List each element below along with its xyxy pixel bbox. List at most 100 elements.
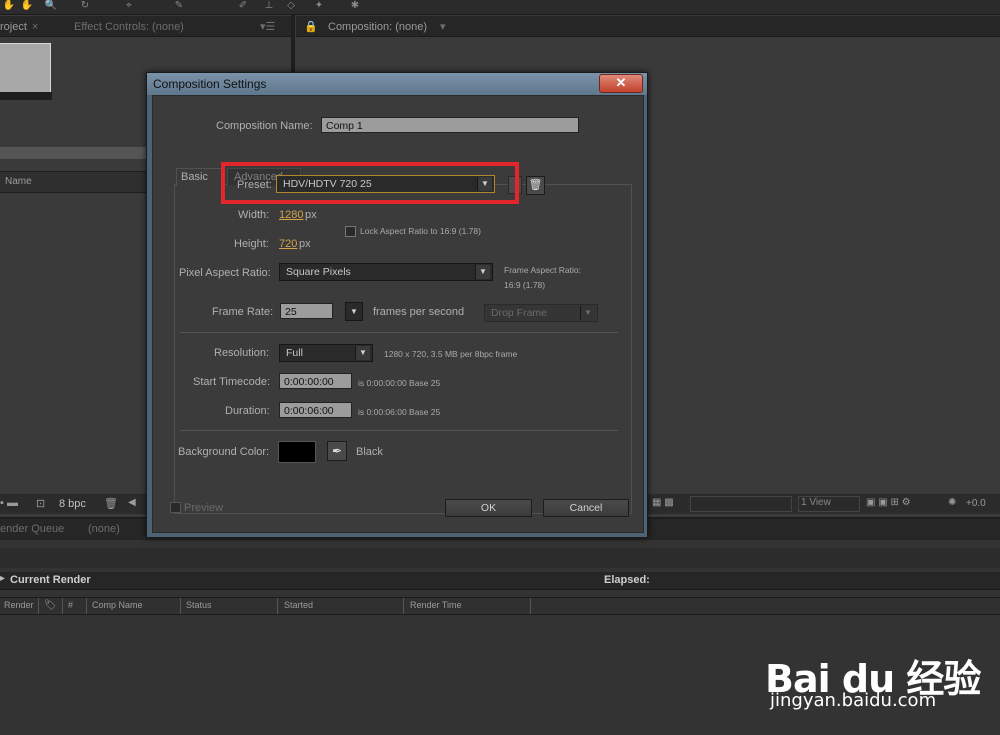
tab-basic[interactable]: Basic: [176, 168, 224, 186]
exposure-icon[interactable]: ✺: [948, 497, 956, 508]
col-status[interactable]: Status: [186, 600, 212, 610]
delete-preset-trash-icon[interactable]: 🗑: [526, 176, 545, 195]
background-color-name: Black: [356, 446, 383, 458]
name-column-label[interactable]: Name: [5, 176, 32, 187]
col-render[interactable]: Render: [4, 600, 34, 610]
duration-info: is 0:00:06:00 Base 25: [358, 407, 441, 417]
view-layout-dropdown[interactable]: 1 View: [798, 496, 860, 512]
project-thumbnail: [0, 43, 51, 93]
cancel-button[interactable]: Cancel: [543, 499, 629, 517]
lock-aspect-checkbox[interactable]: [345, 226, 356, 237]
roto-tool-icon[interactable]: ✦: [312, 0, 326, 11]
frame-rate-unit: frames per second: [373, 306, 465, 318]
right-panel-tabs: 🔒 Composition: (none) ▾: [296, 16, 1000, 37]
viewer-footer: ▦ ▩ 1 View ▣ ▣ ⊞ ⚙ ✺ +0.0: [648, 494, 1000, 514]
col-comp-name[interactable]: Comp Name: [92, 600, 143, 610]
start-timecode-label: Start Timecode:: [193, 376, 271, 388]
lock-icon[interactable]: 🔒: [304, 19, 318, 35]
tab-project-close-icon[interactable]: ×: [32, 19, 38, 35]
eyedropper-icon[interactable]: ✒: [327, 441, 347, 461]
preview-checkbox[interactable]: [170, 502, 181, 513]
current-render-label: Current Render: [10, 574, 91, 586]
resolution-label: Resolution:: [214, 347, 270, 359]
tab-effect-controls[interactable]: Effect Controls: (none): [74, 19, 184, 35]
lock-aspect-label[interactable]: Lock Aspect Ratio to 16:9 (1.78): [360, 226, 481, 236]
baidu-watermark-url: jingyan.baidu.com: [770, 690, 937, 711]
tab-none[interactable]: (none): [88, 523, 120, 535]
panel-menu-icon[interactable]: ▾☰: [260, 19, 275, 35]
render-queue-headers: Render 🏷 # Comp Name Status Started Rend…: [0, 597, 1000, 615]
chevron-down-icon: ▼: [355, 346, 370, 360]
drop-frame-dropdown[interactable]: Drop Frame ▼: [484, 304, 598, 322]
expand-triangle-icon[interactable]: ▸: [0, 573, 5, 584]
dialog-title: Composition Settings: [153, 77, 267, 91]
pixel-aspect-dropdown[interactable]: Square Pixels ▼: [279, 263, 493, 281]
resolution-dropdown[interactable]: Full ▼: [279, 344, 373, 362]
pixel-aspect-value: Square Pixels: [286, 266, 351, 278]
background-color-swatch[interactable]: [278, 441, 316, 463]
brush-tool-icon[interactable]: ✐: [236, 0, 250, 11]
pen-tool-icon[interactable]: ✎: [172, 0, 186, 11]
grid-icon[interactable]: ▦ ▩: [652, 497, 674, 508]
close-button[interactable]: ✕: [599, 74, 643, 93]
stamp-tool-icon[interactable]: ⊥: [262, 0, 276, 11]
elapsed-label: Elapsed:: [604, 574, 650, 586]
project-thumbnail-bar: [0, 92, 52, 100]
frame-rate-input[interactable]: 25: [280, 303, 333, 319]
tab-basic-label: Basic: [181, 171, 208, 183]
left-panel-tabs: roject × Effect Controls: (none) ▾☰: [0, 16, 291, 37]
tab-composition[interactable]: Composition: (none): [328, 19, 427, 35]
chevron-down-icon[interactable]: ▾: [440, 19, 446, 35]
start-timecode-info: is 0:00:00:00 Base 25: [358, 378, 441, 388]
rotate-tool-icon[interactable]: ↻: [78, 0, 92, 11]
zoom-tool-icon[interactable]: 🔍: [44, 0, 58, 11]
drop-frame-value: Drop Frame: [491, 307, 548, 319]
app-toolbar: ✋ ✋ 🔍 ↻ ⌖ ✎ ✐ ⊥ ◇ ✦ ✱: [0, 0, 1000, 15]
project-column-header: Name: [0, 171, 146, 193]
height-value[interactable]: 720: [279, 238, 297, 250]
col-number[interactable]: #: [68, 600, 73, 610]
new-folder-icon[interactable]: ▪ ▬: [0, 497, 18, 509]
chevron-down-icon: ▼: [475, 265, 490, 279]
start-timecode-input[interactable]: 0:00:00:00: [279, 373, 352, 389]
scroll-left-icon[interactable]: ◀: [128, 497, 136, 508]
height-label: Height:: [234, 238, 269, 250]
frame-aspect-value: 16:9 (1.78): [504, 280, 546, 290]
dialog-body: Composition Name: Comp 1 Basic Advanced …: [152, 95, 644, 533]
frame-rate-label: Frame Rate:: [212, 306, 274, 318]
divider: [180, 430, 618, 431]
bpc-label[interactable]: 8 bpc: [59, 498, 86, 510]
width-value[interactable]: 1280: [279, 209, 303, 221]
eraser-tool-icon[interactable]: ◇: [284, 0, 298, 11]
chevron-down-icon: ▼: [580, 306, 595, 320]
pin-tool-icon[interactable]: ✱: [348, 0, 362, 11]
camera-dropdown[interactable]: [690, 496, 792, 512]
ok-button[interactable]: OK: [445, 499, 532, 517]
camera-tool-icon[interactable]: ⌖: [122, 0, 136, 11]
divider: [180, 332, 618, 333]
trash-icon[interactable]: 🗑: [104, 497, 118, 510]
col-render-time[interactable]: Render Time: [410, 600, 462, 610]
project-footer: ▪ ▬ ⊡ 8 bpc 🗑 ◀: [0, 494, 146, 514]
label-tag-icon[interactable]: 🏷: [44, 600, 57, 611]
width-label: Width:: [238, 209, 270, 221]
project-search-input[interactable]: [0, 147, 146, 159]
hand-tool-icon[interactable]: ✋: [2, 0, 16, 11]
col-started[interactable]: Started: [284, 600, 313, 610]
hand-tool-icon-2[interactable]: ✋: [20, 0, 34, 11]
tab-render-queue[interactable]: ender Queue: [0, 523, 64, 535]
composition-name-input[interactable]: Comp 1: [321, 117, 579, 133]
exposure-value[interactable]: +0.0: [966, 498, 986, 509]
width-unit: px: [305, 209, 317, 221]
pixel-aspect-label: Pixel Aspect Ratio:: [179, 267, 271, 279]
frame-rate-dropdown-icon[interactable]: ▼: [345, 302, 363, 321]
tab-project[interactable]: roject: [0, 19, 27, 35]
preset-highlight-box: [221, 162, 519, 204]
dialog-titlebar[interactable]: Composition Settings ✕: [147, 73, 647, 95]
new-comp-icon[interactable]: ⊡: [36, 497, 45, 510]
resolution-value: Full: [286, 347, 303, 359]
preview-label[interactable]: Preview: [184, 502, 223, 514]
view-options-icons[interactable]: ▣ ▣ ⊞ ⚙: [866, 497, 911, 508]
duration-input[interactable]: 0:00:06:00: [279, 402, 352, 418]
composition-settings-dialog: Composition Settings ✕ Composition Name:…: [146, 72, 648, 538]
